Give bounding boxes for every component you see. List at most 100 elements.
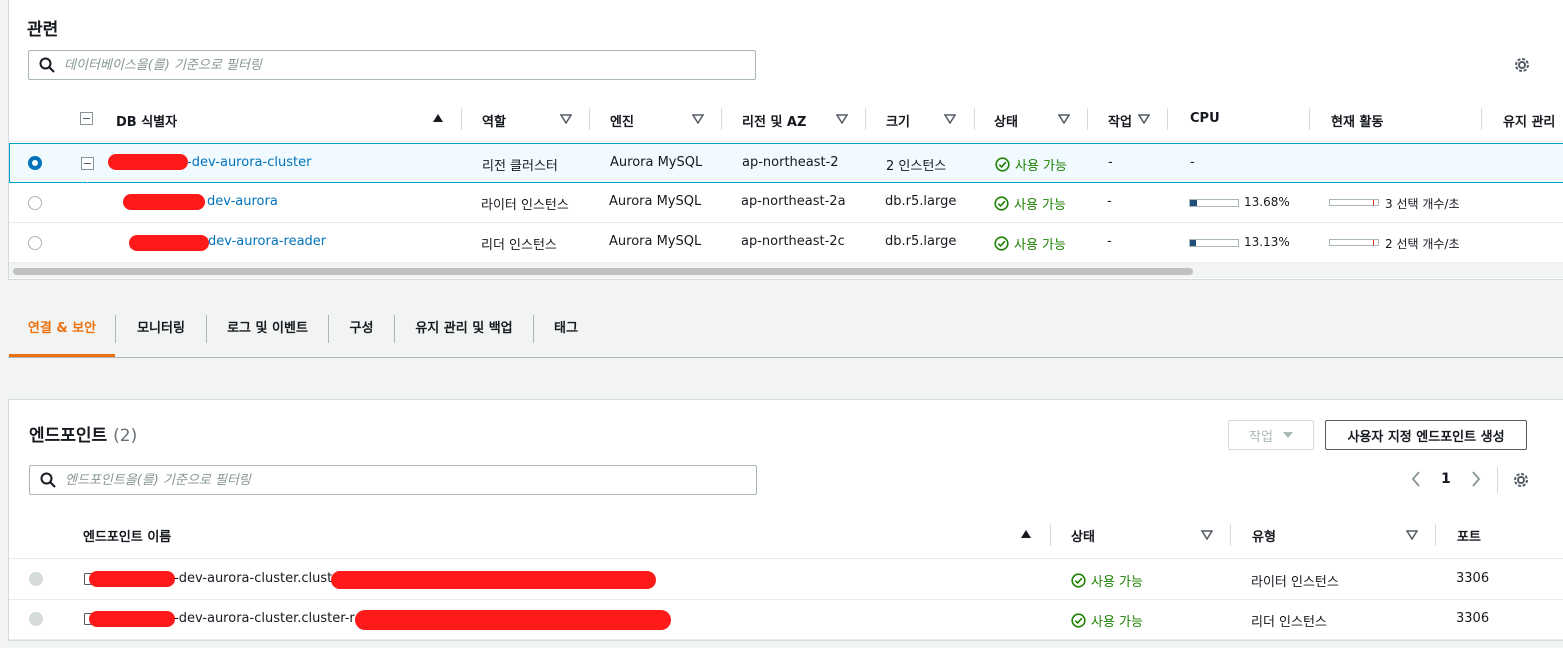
col-region[interactable]: 리전 및 AZ bbox=[742, 111, 806, 130]
caret-down-icon bbox=[1282, 432, 1293, 438]
action-cell: - bbox=[1107, 234, 1112, 249]
endpoint-search-input[interactable] bbox=[65, 472, 719, 488]
tab-tags[interactable]: 태그 bbox=[534, 307, 598, 357]
column-divider bbox=[1087, 108, 1088, 130]
table-row[interactable]: -dev-aurora-cluster.cluste 사용 가능 라이터 인스턴… bbox=[9, 560, 1563, 600]
row-radio[interactable] bbox=[29, 572, 43, 586]
status-badge: 사용 가능 bbox=[995, 155, 1067, 174]
col-action[interactable]: 작업 bbox=[1108, 111, 1132, 130]
status-badge: 사용 가능 bbox=[994, 194, 1066, 213]
col-db-id[interactable]: DB 식별자 bbox=[116, 111, 177, 130]
row-radio[interactable] bbox=[28, 196, 42, 210]
db-search-field[interactable] bbox=[28, 50, 756, 80]
status-label: 사용 가능 bbox=[1014, 238, 1066, 253]
col-role[interactable]: 역할 bbox=[482, 111, 506, 130]
column-divider bbox=[974, 108, 975, 130]
sort-icon[interactable] bbox=[836, 114, 848, 124]
col-status[interactable]: 상태 bbox=[994, 111, 1018, 130]
row-radio[interactable] bbox=[29, 612, 43, 626]
port-cell: 3306 bbox=[1456, 611, 1490, 626]
column-divider bbox=[1167, 108, 1168, 130]
sort-icon[interactable] bbox=[560, 114, 572, 124]
col-port[interactable]: 포트 bbox=[1457, 526, 1481, 545]
table-row[interactable]: dev-aurora 라이터 인스턴스 Aurora MySQL ap-nort… bbox=[9, 183, 1563, 223]
col-type[interactable]: 유형 bbox=[1252, 526, 1276, 545]
column-divider bbox=[1230, 524, 1231, 546]
cpu-bar bbox=[1189, 239, 1239, 247]
sort-icon[interactable] bbox=[1058, 114, 1070, 124]
related-title: 관련 bbox=[27, 20, 59, 40]
cpu-bar bbox=[1189, 199, 1239, 207]
activity-bar bbox=[1329, 239, 1379, 246]
gear-icon[interactable] bbox=[1512, 471, 1530, 489]
check-circle-icon bbox=[1071, 573, 1086, 588]
endpoint-search-field[interactable] bbox=[29, 465, 757, 495]
engine-cell: Aurora MySQL bbox=[609, 194, 702, 209]
redaction-mark bbox=[355, 610, 671, 630]
column-divider bbox=[1050, 524, 1051, 546]
tab-configuration[interactable]: 구성 bbox=[329, 307, 394, 357]
tab-maintenance-backup[interactable]: 유지 관리 및 백업 bbox=[395, 307, 533, 357]
column-divider bbox=[589, 108, 590, 130]
tab-monitoring[interactable]: 모니터링 bbox=[116, 307, 206, 357]
redaction-mark bbox=[108, 154, 188, 170]
status-badge: 사용 가능 bbox=[1071, 611, 1143, 630]
col-endpoint-name[interactable]: 엔드포인트 이름 bbox=[83, 526, 171, 545]
sort-icon[interactable] bbox=[944, 114, 956, 124]
activity-value: 3 선택 개수/초 bbox=[1385, 197, 1460, 211]
sort-ascending-icon[interactable] bbox=[1020, 529, 1032, 539]
role-cell: 라이터 인스턴스 bbox=[481, 198, 569, 213]
status-label: 사용 가능 bbox=[1015, 159, 1067, 174]
table-row[interactable]: -dev-aurora-cluster.cluster-ro 사용 가능 리더 … bbox=[9, 600, 1563, 640]
db-id-link[interactable]: dev-aurora-reader bbox=[208, 234, 326, 249]
col-status[interactable]: 상태 bbox=[1071, 526, 1095, 545]
table-row[interactable]: dev-aurora-reader 리더 인스턴스 Aurora MySQL a… bbox=[9, 223, 1563, 263]
region-cell: ap-northeast-2a bbox=[741, 194, 846, 209]
check-circle-icon bbox=[994, 196, 1009, 211]
type-cell: 리더 인스턴스 bbox=[1251, 615, 1327, 630]
collapse-icon[interactable] bbox=[81, 157, 94, 170]
row-radio[interactable] bbox=[28, 236, 42, 250]
status-badge: 사용 가능 bbox=[1071, 571, 1143, 590]
sort-icon[interactable] bbox=[1406, 530, 1418, 540]
redaction-mark bbox=[123, 194, 205, 210]
col-activity[interactable]: 현재 활동 bbox=[1331, 111, 1383, 130]
table-row[interactable]: -dev-aurora-cluster 리전 클러스터 Aurora MySQL… bbox=[9, 143, 1563, 183]
actions-dropdown-button[interactable]: 작업 bbox=[1228, 420, 1314, 450]
check-circle-icon bbox=[994, 236, 1009, 251]
activity-value: 2 선택 개수/초 bbox=[1385, 237, 1460, 251]
cpu-cell: - bbox=[1190, 155, 1195, 170]
chevron-right-icon[interactable] bbox=[1471, 471, 1481, 487]
column-divider bbox=[721, 108, 722, 130]
col-size[interactable]: 크기 bbox=[886, 111, 910, 130]
collapse-all-icon[interactable] bbox=[80, 112, 93, 125]
endpoints-panel: 엔드포인트 (2) 작업 사용자 지정 엔드포인트 생성 1 엔드포인트 이름 … bbox=[8, 399, 1563, 641]
page-number[interactable]: 1 bbox=[1441, 471, 1451, 487]
scrollbar-thumb[interactable] bbox=[13, 268, 1193, 275]
db-id-link[interactable]: -dev-aurora-cluster bbox=[187, 155, 311, 170]
db-id-link[interactable]: dev-aurora bbox=[207, 194, 278, 209]
status-label: 사용 가능 bbox=[1091, 575, 1143, 590]
col-cpu[interactable]: CPU bbox=[1190, 111, 1220, 126]
col-engine[interactable]: 엔진 bbox=[610, 111, 634, 130]
tab-connectivity-security[interactable]: 연결 & 보안 bbox=[9, 307, 115, 357]
sort-icon[interactable] bbox=[1201, 530, 1213, 540]
sort-icon[interactable] bbox=[1138, 114, 1150, 124]
chevron-left-icon[interactable] bbox=[1411, 471, 1421, 487]
endpoint-name: -dev-aurora-cluster.cluste bbox=[174, 571, 341, 586]
db-search-input[interactable] bbox=[64, 57, 718, 73]
horizontal-scrollbar[interactable] bbox=[9, 262, 1563, 278]
sort-icon[interactable] bbox=[692, 114, 704, 124]
row-radio[interactable] bbox=[28, 156, 42, 170]
create-custom-endpoint-button[interactable]: 사용자 지정 엔드포인트 생성 bbox=[1325, 420, 1527, 450]
col-maintenance[interactable]: 유지 관리 bbox=[1503, 111, 1555, 130]
redaction-mark bbox=[129, 235, 209, 251]
sort-ascending-icon[interactable] bbox=[432, 113, 444, 123]
redaction-mark bbox=[89, 611, 175, 627]
gear-icon[interactable] bbox=[1513, 56, 1531, 74]
status-badge: 사용 가능 bbox=[994, 234, 1066, 253]
column-divider bbox=[461, 108, 462, 130]
cpu-value: 13.68% bbox=[1244, 195, 1290, 209]
check-circle-icon bbox=[1071, 613, 1086, 628]
tab-logs-events[interactable]: 로그 및 이벤트 bbox=[207, 307, 328, 357]
